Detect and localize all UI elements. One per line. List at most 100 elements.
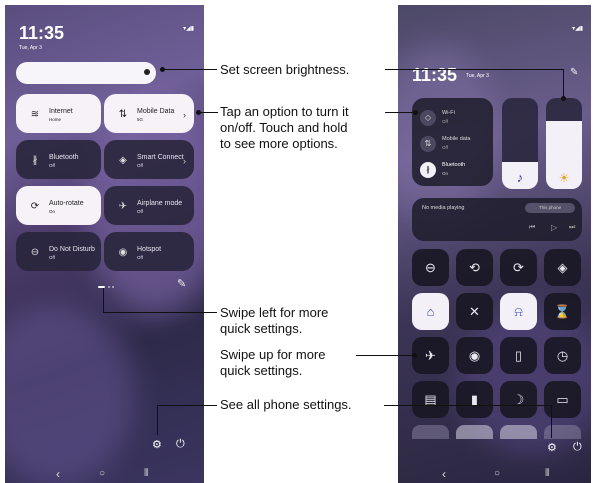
hotspot-button[interactable]: ◉ — [456, 337, 493, 374]
tile-internet[interactable]: ≋ Internet Home — [16, 94, 101, 133]
nav-back-icon[interactable]: ‹ — [56, 467, 60, 481]
tile-auto-rotate[interactable]: ⟳ Auto-rotate On — [16, 186, 101, 225]
do-not-disturb-button[interactable]: ⊖ — [412, 249, 449, 286]
auto-rotate-button[interactable]: ⟳ — [500, 249, 537, 286]
wifi-label: Wi-Fi — [442, 110, 455, 116]
power-icon[interactable]: ⏻ — [573, 441, 582, 454]
callout-line — [103, 312, 217, 313]
chevron-right-icon[interactable]: › — [183, 110, 186, 120]
brightness-slider[interactable]: ☀ — [546, 98, 582, 189]
left-phone-screen: 11:35 Tue, Apr 3 ▾◢▮ ≋ Internet Home ⇅ M… — [5, 5, 204, 483]
tile-mobile-data[interactable]: ⇅ Mobile Data 5G › — [104, 94, 194, 133]
nav-recents-icon[interactable]: ⦀ — [545, 468, 549, 479]
tile-status: Off — [49, 255, 55, 260]
tile-status: Off — [49, 163, 55, 168]
callout-text: Swipe left for more — [220, 305, 329, 320]
callout-line — [384, 405, 551, 406]
home-icon: ⌂ — [426, 304, 435, 319]
mobile-data-toggle[interactable]: ⇅ Mobile data Off — [418, 134, 490, 154]
callout-swipe-left: Swipe left for more quick settings. — [220, 305, 328, 337]
callout-dot — [413, 110, 418, 115]
edit-icon[interactable]: ✎ — [177, 277, 186, 290]
callout-dot — [412, 353, 417, 358]
bluetooth-status: On — [442, 171, 449, 176]
tile-status: Off — [137, 255, 143, 260]
tile-label: Do Not Disturb — [49, 246, 95, 253]
tile-smart-connect[interactable]: ◈ Smart Connect Off › — [104, 140, 194, 179]
tile-status: Off — [137, 209, 143, 214]
callout-text: quick settings. — [220, 363, 303, 378]
settings-gear-icon[interactable]: ⚙ — [547, 441, 557, 454]
flashlight-icon: ⌛ — [554, 303, 571, 319]
bluetooth-label: Bluetooth — [442, 162, 466, 168]
brightness-slider[interactable] — [16, 62, 156, 84]
output-device-chip[interactable]: This phone — [525, 203, 575, 213]
wifi-toggle[interactable]: ◇ Wi-Fi Off — [418, 108, 490, 128]
chevron-right-icon[interactable]: › — [183, 156, 186, 166]
callout-tap-option: Tap an option to turn it on/off. Touch a… — [220, 104, 349, 152]
flashlight-button[interactable]: ⌛ — [544, 293, 581, 330]
bluetooth-toggle[interactable]: ∦ Bluetooth On — [418, 160, 490, 180]
bell-off-icon: ⍾ — [514, 303, 523, 319]
smart-connect-icon: ◈ — [557, 259, 568, 275]
smart-connect-icon: ◈ — [119, 155, 127, 166]
sync-icon: ⟲ — [469, 259, 480, 275]
date: Tue, Apr 3 — [466, 73, 489, 79]
auto-rotate-icon: ⟳ — [513, 259, 524, 275]
callout-line — [103, 288, 104, 312]
page-dot — [112, 286, 114, 288]
tile-bluetooth[interactable]: ∦ Bluetooth Off — [16, 140, 101, 179]
tile-do-not-disturb[interactable]: ⊖ Do Not Disturb Off — [16, 232, 101, 271]
sun-icon: ☀ — [558, 171, 570, 185]
smart-connect-button[interactable]: ◈ — [544, 249, 581, 286]
page-dot — [108, 286, 110, 288]
hotspot-icon: ◉ — [468, 347, 481, 363]
callout-line — [385, 112, 415, 113]
callout-line — [162, 69, 217, 70]
brightness-icon — [144, 69, 150, 75]
volume-slider[interactable]: ♪ — [502, 98, 538, 189]
nav-home-icon[interactable]: ○ — [99, 468, 105, 479]
callout-text: quick settings. — [220, 321, 303, 336]
hotspot-icon: ◉ — [118, 247, 128, 258]
play-icon[interactable]: ▷ — [551, 223, 557, 232]
previous-track-icon[interactable]: ⏮ — [529, 224, 535, 232]
silent-button[interactable]: ⍾ — [500, 293, 537, 330]
wifi-icon: ≋ — [30, 109, 40, 120]
tile-airplane-mode[interactable]: ✈ Airplane mode Off — [104, 186, 194, 225]
nav-back-icon[interactable]: ‹ — [442, 467, 446, 481]
close-button[interactable]: ✕ — [456, 293, 493, 330]
do-not-disturb-icon: ⊖ — [30, 247, 40, 258]
nav-home-icon[interactable]: ○ — [494, 468, 500, 479]
tile-hotspot[interactable]: ◉ Hotspot Off — [104, 232, 194, 271]
callout-line — [356, 355, 414, 356]
callout-settings: See all phone settings. — [220, 397, 352, 412]
alarm-icon: ◷ — [556, 347, 569, 363]
airplane-mode-button[interactable]: ✈ — [412, 337, 449, 374]
battery-saver-button[interactable]: ▤ — [412, 381, 449, 418]
tile-label: Airplane mode — [137, 200, 183, 207]
power-icon[interactable]: ⏻ — [176, 438, 185, 451]
airplane-icon: ✈ — [425, 347, 436, 363]
screen-button[interactable]: ▯ — [500, 337, 537, 374]
tile-label: Mobile Data — [137, 108, 175, 115]
dark-theme-button[interactable]: ☽ — [500, 381, 537, 418]
callout-line — [157, 405, 217, 406]
cast-button[interactable]: ▭ — [544, 381, 581, 418]
alarm-button[interactable]: ◷ — [544, 337, 581, 374]
callout-text: Tap an option to turn it — [220, 104, 349, 119]
page-indicator[interactable] — [98, 285, 114, 289]
callout-text: to see more options. — [220, 136, 338, 151]
wifi-status: Off — [442, 119, 448, 124]
home-button[interactable]: ⌂ — [412, 293, 449, 330]
tile-label: Smart Connect — [137, 154, 184, 161]
next-track-icon[interactable]: ⏭ — [569, 224, 575, 232]
date: Tue, Apr 3 — [19, 45, 42, 51]
settings-gear-icon[interactable]: ⚙ — [152, 438, 162, 451]
sync-button[interactable]: ⟲ — [456, 249, 493, 286]
nav-recents-icon[interactable]: ⦀ — [144, 468, 148, 479]
callout-line — [198, 112, 218, 113]
edit-icon[interactable]: ✎ — [570, 67, 578, 78]
media-card: No media playing This phone ⏮ ▷ ⏭ — [412, 198, 582, 241]
battery-button[interactable]: ▮ — [456, 381, 493, 418]
